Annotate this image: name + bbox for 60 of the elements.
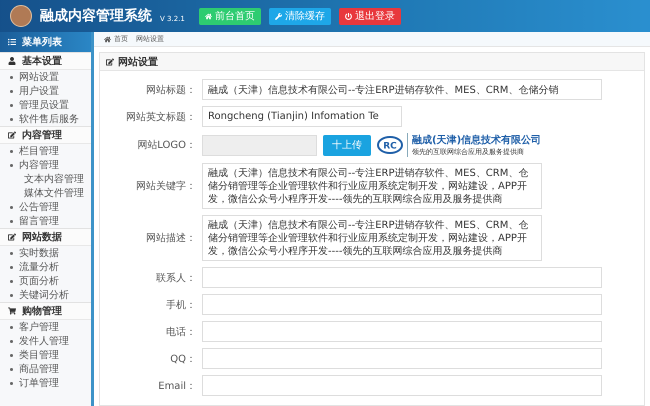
field-label: Email： (157, 380, 196, 392)
menu-item[interactable]: 网站设置 (0, 70, 91, 84)
field-label: 网站描述： (145, 232, 196, 245)
input-field[interactable]: 融成（天津）信息技术有限公司--专注ERP进销存软件、MES、CRM、仓储分销 (202, 79, 602, 100)
cart-icon (8, 307, 16, 315)
input-field[interactable]: Rongcheng (Tianjin) Infomation Te (202, 106, 402, 127)
text-area[interactable]: 融成（天津）信息技术有限公司--专注ERP进销存软件、MES、CRM、仓储分销管理等企业管理软件和行业应用系统定制开发，网站建设，APP开发，微信公众号小程序开发----领先的互联网综合应用及服务提供商 (202, 163, 542, 209)
field-label: 手机： (165, 298, 196, 312)
home-icon (204, 12, 212, 20)
menu-item[interactable]: 公告管理 (0, 200, 91, 214)
menu-icon (8, 38, 16, 46)
input-field[interactable] (202, 375, 602, 396)
menu-item[interactable]: 用户设置 (0, 84, 91, 98)
menu-group[interactable]: 购物管理 (0, 302, 91, 320)
logout-button[interactable]: 退出登录 (338, 8, 401, 24)
menu-item[interactable]: 软件售后服务 (0, 112, 91, 126)
menu-item[interactable]: 关键词分析 (0, 288, 91, 302)
menu-item[interactable]: 内容管理 (0, 158, 91, 172)
menu-item[interactable]: 类目管理 (0, 348, 91, 362)
menu-group[interactable]: 网站数据 (0, 228, 91, 246)
menu-item[interactable]: 商品管理 (0, 362, 91, 376)
field-label: 联系人： (155, 272, 196, 284)
edit-icon (106, 58, 114, 66)
user-icon (8, 57, 16, 65)
field-label: 网站英文标题： (125, 110, 196, 124)
panel-header: 网站设置 (100, 53, 644, 71)
submenu-item[interactable]: 文本内容管理 (0, 172, 91, 186)
app-title: 融成内容管理系统 (40, 7, 152, 25)
edit-icon (8, 233, 16, 241)
sidebar-title: 菜单列表 (22, 36, 62, 49)
menu-item[interactable]: 栏目管理 (0, 144, 91, 158)
field-label: 网站LOGO： (136, 138, 196, 152)
field-label: 网站关键字： (135, 180, 196, 193)
file-field[interactable] (202, 134, 317, 156)
field-label: QQ： (169, 352, 196, 366)
menu-item[interactable]: 页面分析 (0, 274, 91, 288)
input-field[interactable] (202, 348, 602, 369)
field-label: 网站标题： (145, 84, 196, 96)
menu-group[interactable]: 内容管理 (0, 126, 91, 144)
field-label: 电话： (165, 326, 196, 338)
menu-group[interactable]: 基本设置 (0, 52, 91, 70)
menu-item[interactable]: 留言管理 (0, 214, 91, 228)
input-field[interactable] (202, 321, 602, 342)
input-field[interactable] (202, 294, 602, 315)
menu-item[interactable]: 发件人管理 (0, 334, 91, 348)
menu-item[interactable]: 管理员设置 (0, 98, 91, 112)
logo-title: 融成(天津)信息技术有限公司 (412, 134, 542, 147)
wrench-icon (274, 12, 282, 20)
power-icon (344, 12, 352, 20)
text-area[interactable]: 融成（天津）信息技术有限公司--专注ERP进销存软件、MES、CRM、仓储分销管理等企业管理软件和行业应用系统定制开发，网站建设，APP开发，微信公众号小程序开发----领先的互联网综合应用及服务提供商 (202, 215, 542, 261)
menu-item[interactable]: 客户管理 (0, 320, 91, 334)
input-field[interactable] (202, 267, 602, 288)
submenu-item[interactable]: 媒体文件管理 (0, 186, 91, 200)
edit-icon (8, 131, 16, 139)
logo-mark-icon: RC (377, 136, 403, 154)
menu-item[interactable]: 订单管理 (0, 376, 91, 390)
menu-item[interactable]: 实时数据 (0, 246, 91, 260)
home-icon (104, 36, 111, 42)
menu-item[interactable]: 流量分析 (0, 260, 91, 274)
avatar (10, 5, 32, 27)
